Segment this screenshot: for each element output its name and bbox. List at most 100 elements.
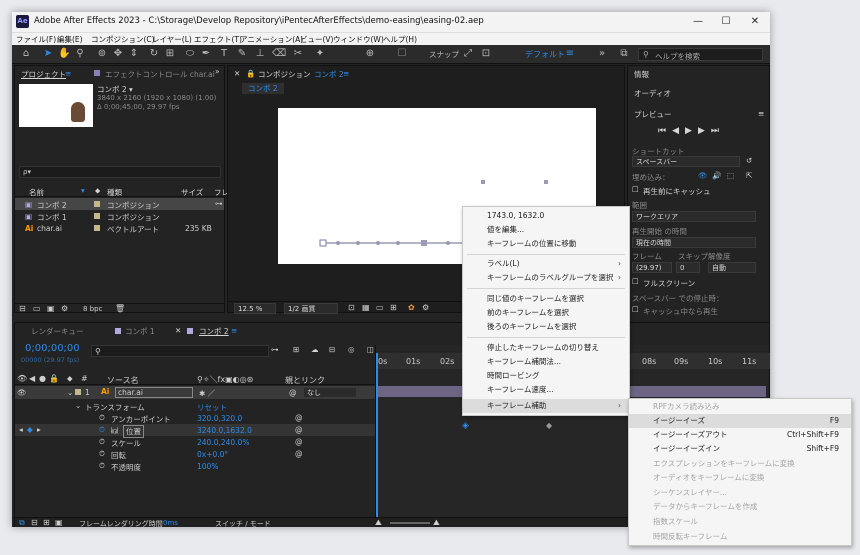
color-icon[interactable]: ✿	[408, 303, 415, 312]
tab-composition[interactable]: コンポジション	[258, 69, 311, 80]
panel-more-icon[interactable]: »	[215, 67, 220, 76]
cache-play-checkbox[interactable]: ☐	[632, 305, 639, 314]
snap-grid-icon[interactable]: ⊡	[480, 48, 492, 60]
info-panel-tab[interactable]: 情報	[634, 69, 649, 80]
menu-help[interactable]: ヘルプ(H)	[383, 34, 417, 45]
timecode[interactable]: 0;00;00;00	[25, 343, 80, 354]
close-tab-icon[interactable]: ✕	[234, 69, 240, 78]
comp-menu-icon[interactable]: ≡	[343, 69, 349, 78]
workspace-default[interactable]: デフォルト	[525, 49, 565, 60]
project-item[interactable]: Ai char.ai ベクトルアート 235 KB	[15, 222, 224, 234]
pickwhip-icon[interactable]: @	[295, 425, 303, 434]
comp-flow-icon[interactable]: ⊶	[271, 345, 279, 354]
menu-select-label-group[interactable]: キーフレームのラベルグループを選択 ›	[463, 271, 629, 285]
submenu-easy-ease-in[interactable]: イージーイーズイン Shift+F9	[629, 442, 851, 456]
region-icon[interactable]: ⊡	[348, 303, 355, 312]
menu-go-to-keyframe[interactable]: キーフレームの位置に移動	[463, 237, 629, 251]
guides-icon[interactable]: ⊞	[390, 303, 397, 312]
audio-col-icon[interactable]: ◀	[29, 374, 35, 383]
comp-breadcrumb[interactable]: コンポ 2	[242, 83, 284, 94]
col-type[interactable]: 種類	[107, 187, 122, 198]
menu-effect[interactable]: エフェクト(T)	[194, 34, 242, 45]
menu-select-prev[interactable]: 前のキーフレームを選択	[463, 306, 629, 320]
project-item[interactable]: ▣ コンポ 2 コンポジション ⊶	[15, 198, 224, 210]
submenu-easy-ease[interactable]: イージーイーズ F9	[629, 414, 851, 428]
settings-icon[interactable]: ⚙	[61, 304, 68, 313]
collapse-switch-icon[interactable]: ✱ ／	[199, 388, 215, 399]
home-icon[interactable]: ⌂	[20, 48, 32, 60]
sync-icon[interactable]: ⧉	[618, 48, 630, 60]
property-value[interactable]: 100%	[197, 462, 218, 471]
solo-icon[interactable]: ●	[39, 374, 46, 383]
pickwhip-icon[interactable]: @	[289, 388, 297, 397]
property-value[interactable]: 320.0,320.0	[197, 414, 242, 423]
menu-view[interactable]: ビュー(V)	[300, 34, 333, 45]
menu-composition[interactable]: コンポジション(C)	[91, 34, 155, 45]
stopwatch-icon[interactable]: ⏱	[99, 413, 105, 423]
tab-comp-name[interactable]: コンポ 2	[314, 69, 344, 80]
frame-blend-icon[interactable]: ⊟	[329, 345, 335, 354]
more-workspaces-icon[interactable]: »	[596, 48, 608, 60]
parent-dropdown[interactable]: なし	[303, 387, 357, 398]
menu-layer[interactable]: レイヤー(L)	[152, 34, 192, 45]
motion-blur-icon[interactable]: ◎	[348, 345, 355, 354]
preview-menu-icon[interactable]: ≡	[758, 109, 764, 118]
menu-toggle-hold[interactable]: 停止したキーフレームの切り替え	[463, 341, 629, 355]
close-button[interactable]: ✕	[743, 14, 767, 30]
sort-icon[interactable]: ▾	[81, 186, 85, 195]
zoom-out-icon[interactable]: ⛰	[375, 518, 382, 528]
maximize-button[interactable]: ☐	[714, 14, 738, 30]
menu-label[interactable]: ラベル(L) ›	[463, 257, 629, 271]
reset-icon[interactable]: ↺	[746, 156, 752, 165]
video-eye-icon[interactable]: 👁	[698, 171, 708, 180]
fullscreen-checkbox[interactable]: ☐	[632, 277, 639, 286]
menu-edit[interactable]: 編集(E)	[57, 34, 83, 45]
layer-switch-icon[interactable]: ⊟	[31, 518, 38, 527]
current-time-indicator[interactable]	[376, 353, 378, 517]
dolly-tool-icon[interactable]: ⇕	[128, 48, 140, 60]
overlay-icon[interactable]: ⬚	[727, 171, 734, 180]
mask-icon[interactable]: ▭	[376, 303, 384, 312]
graph-editor-icon[interactable]: ◫	[367, 345, 374, 354]
property-value[interactable]: 0x+0.0°	[197, 450, 228, 459]
timeline-menu-icon[interactable]: ≡	[231, 326, 237, 335]
lock-col-icon[interactable]: 🔒	[49, 374, 59, 383]
keyframe-icon[interactable]: ◈	[462, 421, 469, 431]
menu-file[interactable]: ファイル(F)	[16, 34, 56, 45]
puppet-tool-icon[interactable]: ✦	[314, 48, 326, 60]
next-keyframe-icon[interactable]: ▸	[37, 425, 41, 434]
switch-mode-toggle[interactable]: スイッチ / モード	[215, 519, 271, 529]
range-dropdown[interactable]: ワークエリア	[632, 211, 756, 222]
col-size[interactable]: サイズ	[181, 187, 203, 198]
menu-roving[interactable]: 時間ロービング	[463, 369, 629, 383]
expand-icon[interactable]: ⌄	[67, 388, 73, 397]
expand-icon[interactable]: ⌄	[75, 401, 81, 410]
menu-edit-value[interactable]: 値を編集...	[463, 223, 629, 237]
menu-keyframe-assistant[interactable]: キーフレーム補助 ›	[463, 399, 629, 413]
audio-panel-tab[interactable]: オーディオ	[634, 88, 671, 99]
layer-search-input[interactable]: ⚲	[91, 345, 269, 357]
menu-window[interactable]: ウィンドウ(W)	[333, 34, 384, 45]
resolution-dropdown[interactable]: 1/2 画質	[284, 303, 338, 314]
submenu-easy-ease-out[interactable]: イージーイーズアウト Ctrl+Shift+F9	[629, 428, 851, 442]
col-parent[interactable]: 親とリンク	[285, 375, 325, 386]
bpc-label[interactable]: 8 bpc	[83, 305, 102, 313]
transfer-icon[interactable]: ⊞	[43, 518, 50, 527]
tab-project[interactable]: プロジェクト	[21, 69, 66, 80]
pen-tool-icon[interactable]: ✒	[200, 48, 212, 60]
orbit-tool-icon[interactable]: ⊚	[96, 48, 108, 60]
zoom-in-icon[interactable]: ⛰	[433, 518, 440, 528]
menu-velocity[interactable]: キーフレーム速度...	[463, 383, 629, 397]
project-menu-icon[interactable]: ≡	[65, 69, 71, 78]
render-time-icon[interactable]: ▣	[55, 518, 63, 527]
prev-keyframe-icon[interactable]: ◂	[19, 425, 23, 434]
playback-controls[interactable]: ⏮◀▶▶⏭	[658, 126, 725, 136]
cache-checkbox[interactable]: ☐	[632, 185, 639, 194]
roto-tool-icon[interactable]: ✂	[292, 48, 304, 60]
trash-icon[interactable]: 🗑	[115, 304, 125, 313]
minimize-button[interactable]: —	[686, 14, 710, 30]
menu-animation[interactable]: アニメーション(A)	[240, 34, 303, 45]
rotate-tool-icon[interactable]: ↻	[148, 48, 160, 60]
layer-name[interactable]: char.ai	[115, 387, 193, 398]
folder-icon[interactable]: ▭	[33, 304, 41, 313]
